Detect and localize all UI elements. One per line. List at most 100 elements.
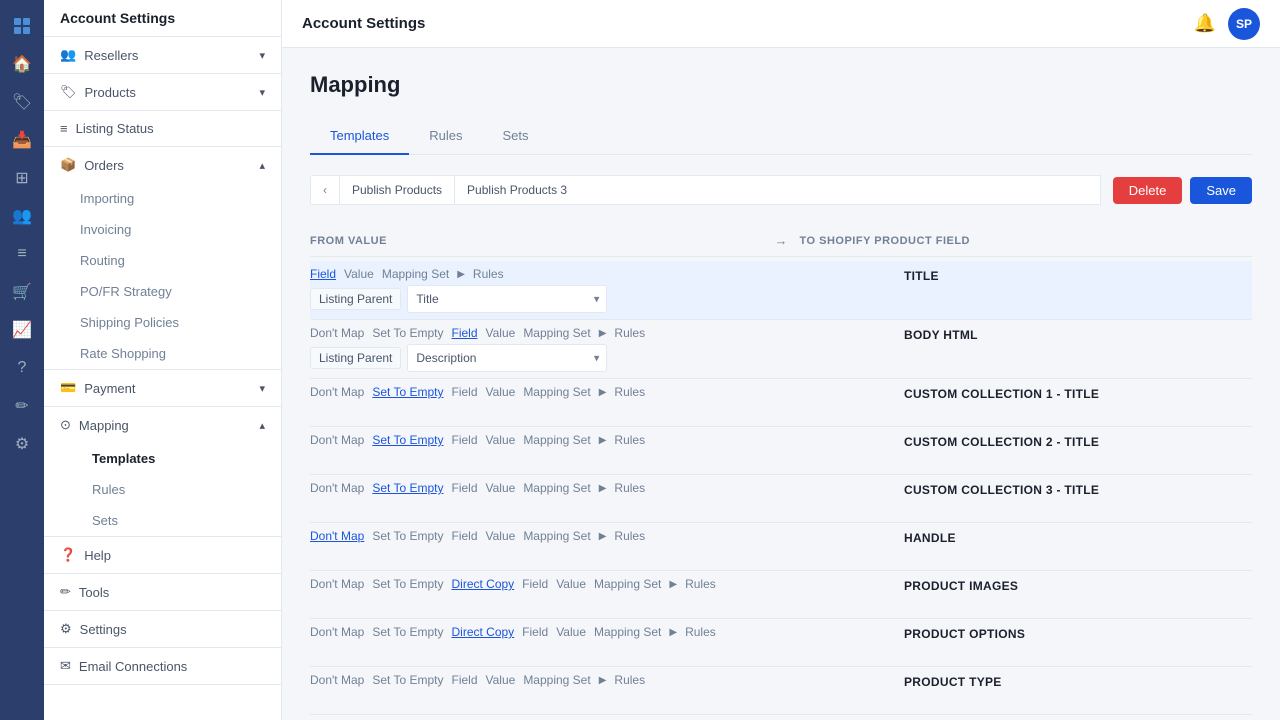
action-field-options[interactable]: Field bbox=[522, 625, 548, 639]
action-value-body[interactable]: Value bbox=[486, 326, 516, 340]
sidebar-item-importing[interactable]: Importing bbox=[44, 183, 281, 214]
action-dont-map-handle[interactable]: Don't Map bbox=[310, 529, 364, 543]
action-mapping-set-cc3[interactable]: Mapping Set bbox=[523, 481, 590, 495]
action-dont-map-cc2[interactable]: Don't Map bbox=[310, 433, 364, 447]
sidebar-item-help[interactable]: ❓ Help bbox=[44, 537, 281, 573]
action-set-empty-options[interactable]: Set To Empty bbox=[372, 625, 443, 639]
sidebar-item-routing[interactable]: Routing bbox=[44, 245, 281, 276]
action-direct-copy-images[interactable]: Direct Copy bbox=[451, 577, 514, 591]
action-rules-cc2[interactable]: Rules bbox=[614, 433, 645, 447]
action-dont-map-body[interactable]: Don't Map bbox=[310, 326, 364, 340]
cart-icon[interactable]: 🛒 bbox=[6, 276, 38, 308]
settings-icon[interactable]: ⚙ bbox=[6, 428, 38, 460]
action-set-empty-type[interactable]: Set To Empty bbox=[372, 673, 443, 687]
sidebar-item-rate-shopping[interactable]: Rate Shopping bbox=[44, 338, 281, 369]
sidebar-item-listing-status[interactable]: ≡ Listing Status bbox=[44, 111, 281, 146]
action-value-title[interactable]: Value bbox=[344, 267, 374, 281]
sidebar-item-po-fr[interactable]: PO/FR Strategy bbox=[44, 276, 281, 307]
action-value-cc3[interactable]: Value bbox=[486, 481, 516, 495]
action-rules-cc3[interactable]: Rules bbox=[614, 481, 645, 495]
action-rules-handle[interactable]: Rules bbox=[614, 529, 645, 543]
action-rules-options[interactable]: Rules bbox=[685, 625, 716, 639]
list-icon[interactable]: ≡ bbox=[6, 238, 38, 270]
action-dont-map-images[interactable]: Don't Map bbox=[310, 577, 364, 591]
sidebar-item-invoicing[interactable]: Invoicing bbox=[44, 214, 281, 245]
save-button[interactable]: Save bbox=[1190, 177, 1252, 204]
delete-button[interactable]: Delete bbox=[1113, 177, 1183, 204]
breadcrumb-item-2[interactable]: Publish Products 3 bbox=[455, 175, 1101, 205]
tag-icon[interactable]: 🏷 bbox=[6, 86, 38, 118]
sidebar-item-email[interactable]: ✉ Email Connections bbox=[44, 648, 281, 684]
action-rules-type[interactable]: Rules bbox=[614, 673, 645, 687]
action-field-images[interactable]: Field bbox=[522, 577, 548, 591]
action-mapping-set-type[interactable]: Mapping Set bbox=[523, 673, 590, 687]
bell-icon[interactable]: 🔔 bbox=[1194, 13, 1216, 34]
action-mapping-set-cc2[interactable]: Mapping Set bbox=[523, 433, 590, 447]
action-field-cc1[interactable]: Field bbox=[451, 385, 477, 399]
sidebar-item-rules[interactable]: Rules bbox=[44, 474, 281, 505]
back-button[interactable]: ‹ bbox=[310, 175, 340, 205]
action-set-empty-images[interactable]: Set To Empty bbox=[372, 577, 443, 591]
action-field-type[interactable]: Field bbox=[451, 673, 477, 687]
action-mapping-set-options[interactable]: Mapping Set bbox=[594, 625, 661, 639]
action-rules-title[interactable]: Rules bbox=[473, 267, 504, 281]
action-mapping-set-cc1[interactable]: Mapping Set bbox=[523, 385, 590, 399]
action-set-empty-handle[interactable]: Set To Empty bbox=[372, 529, 443, 543]
field-select-body[interactable]: Description bbox=[407, 344, 607, 372]
action-field-title[interactable]: Field bbox=[310, 267, 336, 281]
action-value-cc1[interactable]: Value bbox=[486, 385, 516, 399]
sidebar-item-shipping[interactable]: Shipping Policies bbox=[44, 307, 281, 338]
action-field-cc3[interactable]: Field bbox=[451, 481, 477, 495]
tab-templates[interactable]: Templates bbox=[310, 118, 409, 155]
action-mapping-set-images[interactable]: Mapping Set bbox=[594, 577, 661, 591]
action-rules-cc1[interactable]: Rules bbox=[614, 385, 645, 399]
sidebar-item-payment[interactable]: 💳 Payment ▾ bbox=[44, 370, 281, 406]
select-wrapper-title[interactable]: Title bbox=[407, 285, 607, 313]
action-set-empty-cc3[interactable]: Set To Empty bbox=[372, 481, 443, 495]
action-set-empty-body[interactable]: Set To Empty bbox=[372, 326, 443, 340]
avatar[interactable]: SP bbox=[1228, 8, 1260, 40]
home-icon[interactable]: 🏠 bbox=[6, 48, 38, 80]
action-mapping-set-title[interactable]: Mapping Set bbox=[382, 267, 449, 281]
action-dont-map-type[interactable]: Don't Map bbox=[310, 673, 364, 687]
sidebar-item-orders[interactable]: 📦 Orders ▴ bbox=[44, 147, 281, 183]
action-value-options[interactable]: Value bbox=[556, 625, 586, 639]
users-icon[interactable]: 👥 bbox=[6, 200, 38, 232]
action-dont-map-cc3[interactable]: Don't Map bbox=[310, 481, 364, 495]
tab-sets[interactable]: Sets bbox=[483, 118, 549, 155]
grid-icon[interactable]: ⊞ bbox=[6, 162, 38, 194]
chart-icon[interactable]: 📈 bbox=[6, 314, 38, 346]
sidebar-item-products[interactable]: 🏷 Products ▾ bbox=[44, 74, 281, 110]
sidebar-item-resellers[interactable]: 👥 Resellers ▾ bbox=[44, 37, 281, 73]
field-select-title[interactable]: Title bbox=[407, 285, 607, 313]
action-value-images[interactable]: Value bbox=[556, 577, 586, 591]
action-field-handle[interactable]: Field bbox=[451, 529, 477, 543]
help-icon[interactable]: ? bbox=[6, 352, 38, 384]
action-field-cc2[interactable]: Field bbox=[451, 433, 477, 447]
tools-icon[interactable]: ✏ bbox=[6, 390, 38, 422]
sidebar-item-tools[interactable]: ✏ Tools bbox=[44, 574, 281, 610]
action-mapping-set-handle[interactable]: Mapping Set bbox=[523, 529, 590, 543]
mapping-row-title: Field Value Mapping Set ▶ Rules Listing … bbox=[310, 261, 1252, 320]
inbox-icon[interactable]: 📥 bbox=[6, 124, 38, 156]
action-set-empty-cc1[interactable]: Set To Empty bbox=[372, 385, 443, 399]
action-dont-map-options[interactable]: Don't Map bbox=[310, 625, 364, 639]
action-set-empty-cc2[interactable]: Set To Empty bbox=[372, 433, 443, 447]
logo-icon[interactable] bbox=[6, 10, 38, 42]
action-dont-map-cc1[interactable]: Don't Map bbox=[310, 385, 364, 399]
tab-rules[interactable]: Rules bbox=[409, 118, 482, 155]
sidebar-item-settings[interactable]: ⚙ Settings bbox=[44, 611, 281, 647]
action-field-body[interactable]: Field bbox=[451, 326, 477, 340]
action-value-handle[interactable]: Value bbox=[486, 529, 516, 543]
sidebar-item-sets[interactable]: Sets bbox=[44, 505, 281, 536]
breadcrumb-item-1[interactable]: Publish Products bbox=[340, 175, 455, 205]
action-value-type[interactable]: Value bbox=[486, 673, 516, 687]
action-value-cc2[interactable]: Value bbox=[486, 433, 516, 447]
sidebar-item-mapping[interactable]: ⊙ Mapping ▴ bbox=[44, 407, 281, 443]
sidebar-item-templates[interactable]: Templates bbox=[44, 443, 281, 474]
action-rules-images[interactable]: Rules bbox=[685, 577, 716, 591]
action-mapping-set-body[interactable]: Mapping Set bbox=[523, 326, 590, 340]
action-direct-copy-options[interactable]: Direct Copy bbox=[451, 625, 514, 639]
action-rules-body[interactable]: Rules bbox=[614, 326, 645, 340]
select-wrapper-body[interactable]: Description bbox=[407, 344, 607, 372]
